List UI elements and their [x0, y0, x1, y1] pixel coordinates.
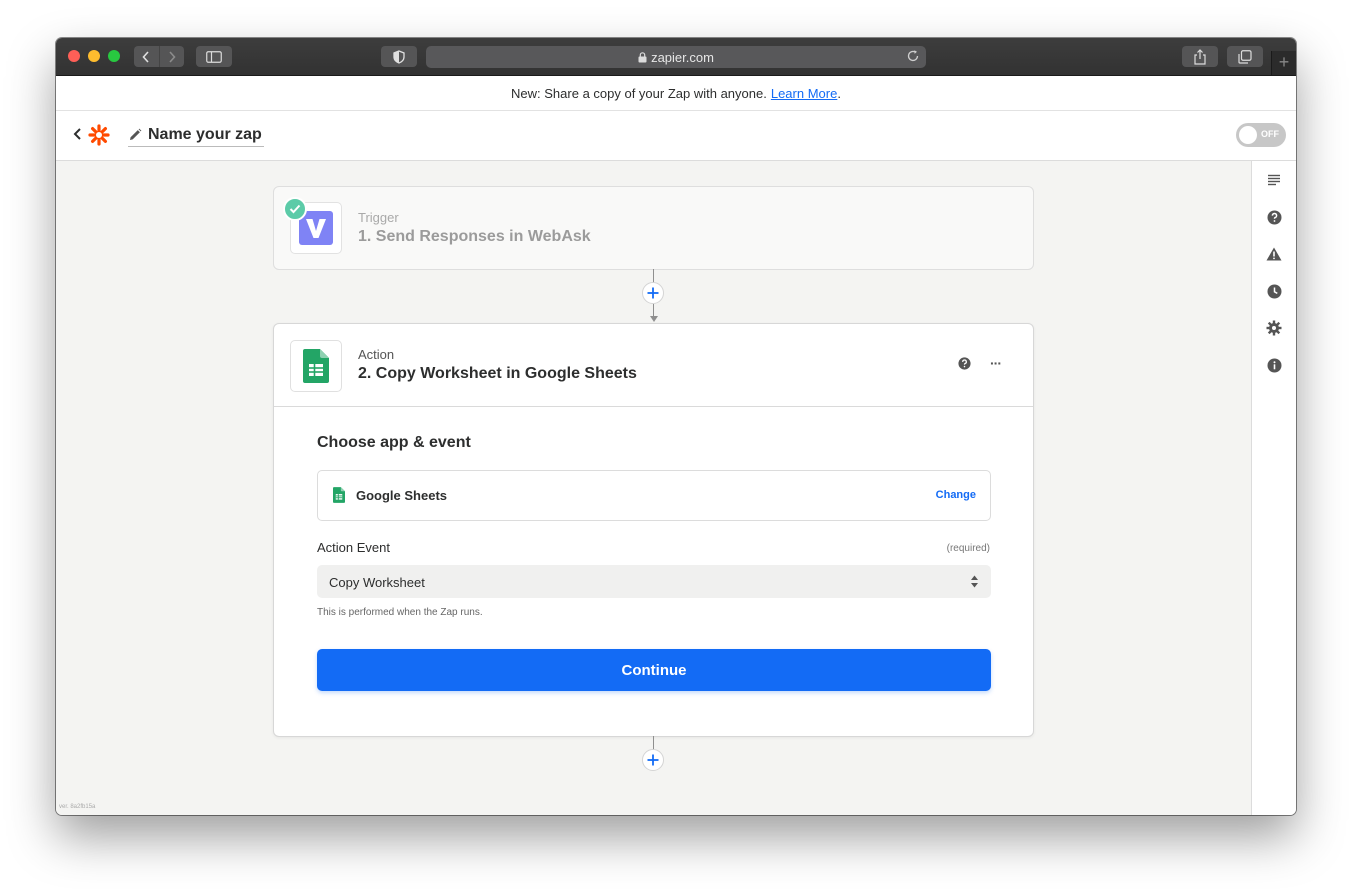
chevron-left-icon: [142, 50, 149, 63]
help-icon: [1267, 210, 1281, 224]
continue-button[interactable]: Continue: [317, 649, 991, 691]
share-icon: [1194, 48, 1206, 65]
add-step-button[interactable]: [642, 282, 664, 304]
version-label: ver. 8a2fb15a: [59, 804, 96, 810]
step-complete-badge: [283, 197, 307, 221]
connector-line-top: [653, 269, 654, 283]
more-options-icon[interactable]: ···: [990, 355, 1002, 371]
action-step-title: 2. Copy Worksheet in Google Sheets: [358, 365, 637, 382]
back-button[interactable]: [134, 46, 159, 67]
action-event-select[interactable]: Copy Worksheet: [317, 565, 991, 598]
trigger-step-title: 1. Send Responses in WebAsk: [358, 228, 591, 245]
url-text: zapier.com: [651, 49, 714, 65]
zap-name-editor[interactable]: Name your zap: [128, 124, 264, 147]
pencil-icon: [130, 128, 142, 140]
zapier-logo-icon[interactable]: [88, 124, 110, 146]
alerts-button[interactable]: [1260, 240, 1288, 268]
toggle-label: OFF: [1261, 129, 1279, 139]
action-event-label: Action Event: [317, 540, 390, 555]
required-indicator: (required): [946, 543, 990, 554]
forward-button[interactable]: [158, 46, 185, 67]
minimize-window-button[interactable]: [88, 50, 100, 62]
announcement-bar: New: Share a copy of your Zap with anyon…: [56, 76, 1296, 111]
learn-more-link[interactable]: Learn More: [771, 86, 837, 101]
selected-app-name: Google Sheets: [356, 488, 448, 503]
address-bar[interactable]: zapier.com: [426, 46, 926, 68]
browser-window: zapier.com + New: Share a copy of your Z…: [56, 38, 1296, 815]
toggle-knob: [1239, 126, 1257, 144]
change-app-button[interactable]: Change: [936, 489, 976, 501]
connector-arrow-icon: [650, 316, 658, 322]
chevron-right-icon: [169, 50, 176, 63]
zap-on-off-toggle[interactable]: OFF: [1236, 123, 1286, 147]
choose-app-event-heading: Choose app & event: [317, 434, 471, 451]
settings-button[interactable]: [1260, 314, 1288, 342]
announcement-text: New: Share a copy of your Zap with anyon…: [511, 85, 767, 101]
add-step-end-button[interactable]: [642, 749, 664, 771]
plus-icon: [647, 287, 659, 299]
share-button[interactable]: [1182, 46, 1218, 67]
info-icon: [1267, 358, 1281, 372]
action-step-header[interactable]: Action 2. Copy Worksheet in Google Sheet…: [274, 324, 1033, 407]
zap-name-text: Name your zap: [148, 126, 262, 143]
plus-icon: [647, 754, 659, 766]
history-nav: [134, 46, 184, 67]
action-step-type: Action: [358, 347, 395, 362]
action-event-value: Copy Worksheet: [329, 575, 425, 590]
selected-app-row: Google Sheets Change: [317, 470, 991, 521]
step-help-icon[interactable]: [958, 357, 971, 370]
back-chevron-icon[interactable]: [72, 126, 82, 142]
action-step-card: Action 2. Copy Worksheet in Google Sheet…: [273, 323, 1034, 737]
outline-button[interactable]: [1260, 166, 1288, 194]
history-icon: [1267, 284, 1281, 298]
tab-overview-button[interactable]: [1227, 46, 1263, 67]
lock-icon: [638, 51, 647, 62]
checkmark-icon: [289, 204, 301, 214]
reload-icon[interactable]: [906, 49, 920, 63]
google-sheets-icon: [303, 349, 329, 383]
zoom-window-button[interactable]: [108, 50, 120, 62]
trigger-step-type: Trigger: [358, 210, 399, 225]
warning-icon: [1266, 247, 1282, 261]
sidebar-toggle-button[interactable]: [196, 46, 232, 67]
new-tab-button[interactable]: +: [1271, 51, 1296, 75]
select-caret-icon: [971, 575, 978, 588]
trigger-step-card[interactable]: Trigger 1. Send Responses in WebAsk: [273, 186, 1034, 270]
google-sheets-small-icon: [333, 487, 345, 503]
history-button[interactable]: [1260, 277, 1288, 305]
announcement-suffix: .: [837, 85, 841, 101]
help-button[interactable]: [1260, 203, 1288, 231]
details-button[interactable]: [1260, 351, 1288, 379]
tabs-icon: [1238, 49, 1252, 64]
browser-toolbar: zapier.com +: [56, 38, 1296, 76]
right-sidebar: [1251, 161, 1296, 815]
connector-line-bottom: [653, 304, 654, 316]
privacy-report-button[interactable]: [381, 46, 417, 67]
action-app-icon: [290, 340, 342, 392]
connector-line-end: [653, 736, 654, 750]
outline-icon: [1268, 174, 1280, 186]
sidebar-icon: [206, 50, 222, 63]
shield-icon: [393, 49, 405, 64]
editor-header: Name your zap OFF: [56, 111, 1296, 161]
action-event-help-text: This is performed when the Zap runs.: [317, 607, 483, 618]
close-window-button[interactable]: [68, 50, 80, 62]
settings-icon: [1266, 320, 1282, 336]
